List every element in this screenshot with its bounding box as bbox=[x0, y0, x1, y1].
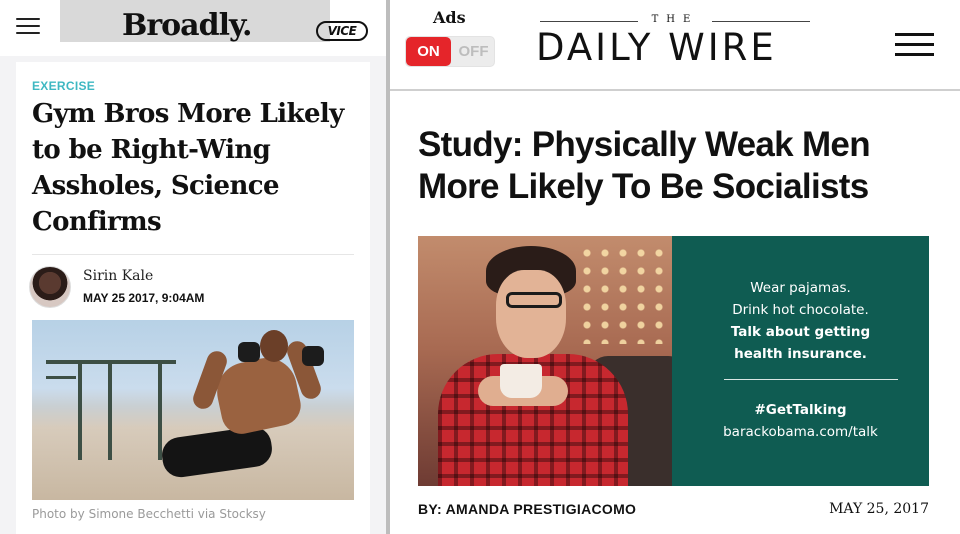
article-photo bbox=[32, 320, 354, 500]
article-date: MAY 25, 2017 bbox=[829, 501, 929, 517]
ad-line: Drink hot chocolate. bbox=[732, 302, 869, 318]
ad-hashtag[interactable]: #GetTalking bbox=[672, 402, 929, 418]
article-headline: Gym Bros More Likely to be Right-Wing As… bbox=[32, 99, 344, 237]
ad-photo bbox=[418, 236, 672, 486]
broadly-header: Broadly. VICE bbox=[0, 0, 386, 56]
menu-icon[interactable] bbox=[16, 18, 40, 36]
ad-line: Wear pajamas. bbox=[750, 280, 851, 296]
ad-url[interactable]: barackobama.com/talk bbox=[672, 424, 929, 440]
ads-toggle[interactable]: ON OFF bbox=[405, 36, 495, 67]
article-card: EXERCISE Gym Bros More Likely to be Righ… bbox=[16, 62, 370, 534]
vice-logo[interactable]: VICE bbox=[316, 21, 368, 41]
ads-toggle-on[interactable]: ON bbox=[406, 37, 451, 66]
header-divider bbox=[390, 89, 960, 91]
ad-banner[interactable]: Wear pajamas. Drink hot chocolate. Talk … bbox=[418, 236, 929, 486]
section-kicker[interactable]: EXERCISE bbox=[32, 79, 95, 93]
broadly-logo[interactable]: Broadly. bbox=[122, 8, 252, 43]
ad-text-panel: Wear pajamas. Drink hot chocolate. Talk … bbox=[672, 236, 929, 486]
ads-toggle-off[interactable]: OFF bbox=[451, 37, 494, 66]
broadly-screen: Broadly. VICE EXERCISE Gym Bros More Lik… bbox=[0, 0, 386, 534]
ad-line: health insurance. bbox=[734, 346, 867, 362]
divider bbox=[32, 254, 354, 255]
ad-rule bbox=[724, 379, 898, 380]
photo-credit: Photo by Simone Becchetti via Stocksy bbox=[32, 507, 266, 521]
menu-icon[interactable] bbox=[895, 33, 934, 57]
dailywire-logo[interactable]: DAILY WIRE bbox=[536, 26, 777, 69]
article-headline: Study: Physically Weak Men More Likely T… bbox=[418, 125, 871, 206]
author-avatar[interactable] bbox=[29, 266, 71, 308]
byline[interactable]: BY: AMANDA PRESTIGIACOMO bbox=[418, 501, 636, 517]
logo-the: THE bbox=[540, 14, 810, 25]
ads-label: Ads bbox=[433, 8, 466, 27]
post-date: MAY 25 2017, 9:04AM bbox=[83, 291, 205, 305]
author-name[interactable]: Sirin Kale bbox=[83, 268, 153, 284]
dailywire-screen: Ads ON OFF THE DAILY WIRE Study: Physica… bbox=[390, 0, 960, 534]
ad-line: Talk about getting bbox=[730, 324, 871, 340]
